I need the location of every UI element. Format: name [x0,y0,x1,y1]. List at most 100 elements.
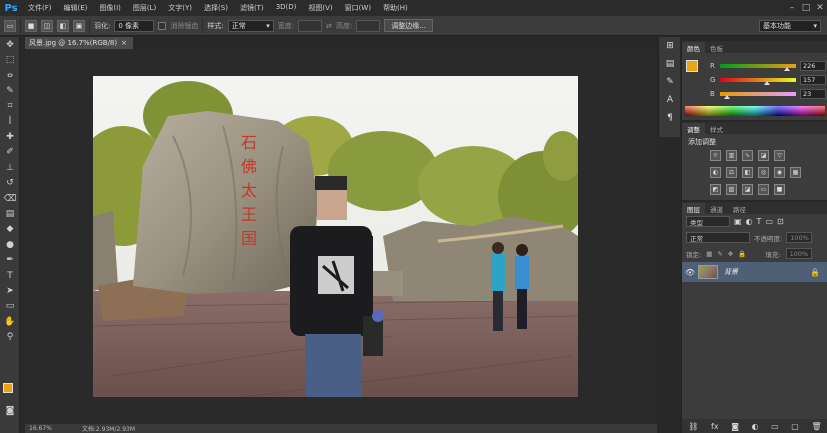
brush-icon[interactable]: ✎ [659,73,681,91]
style-select[interactable]: 正常 ▾ [227,19,274,32]
hand-tool-icon[interactable]: ✋ [0,314,20,329]
lock-paint-icon[interactable]: ✎ [717,250,722,258]
filter-smart-icon[interactable]: ⊡ [777,217,784,226]
eraser-tool-icon[interactable]: ⌫ [0,191,20,206]
threshold-icon[interactable]: ◪ [742,184,753,195]
maximize-icon[interactable]: □ [799,2,813,14]
trash-icon[interactable]: 🗑 [811,422,821,431]
eyedropper-icon[interactable]: ꟾ [0,114,20,129]
clone-stamp-icon[interactable]: ⊥ [0,160,20,175]
vibrance-icon[interactable]: ▽ [774,150,785,161]
tab-adjustments[interactable]: 调整 [682,123,705,134]
levels-icon[interactable]: ▥ [726,150,737,161]
green-track[interactable] [720,78,796,85]
menu-item[interactable]: 滤镜(T) [234,3,270,13]
minimize-icon[interactable]: – [785,2,799,14]
green-slider[interactable]: G 157 [710,74,826,86]
adjustment-layer-icon[interactable]: ◐ [752,422,759,431]
eye-icon[interactable]: 👁 [682,268,698,277]
character-icon[interactable]: A [659,91,681,109]
marquee-tool-icon[interactable]: ⬚ [0,52,20,67]
posterize-icon[interactable]: ▨ [726,184,737,195]
tab-layers[interactable]: 图层 [682,203,705,214]
quick-mask-icon[interactable]: ◙ [0,403,20,418]
close-icon[interactable]: × [121,39,127,47]
tab-paths[interactable]: 路径 [728,203,751,214]
black-white-icon[interactable]: ◧ [742,167,753,178]
layer-kind-select[interactable]: 类型 [686,216,730,227]
menu-item[interactable]: 文件(F) [22,3,58,13]
intersect-selection-icon[interactable]: ▣ [73,19,85,32]
layer-row-background[interactable]: 👁 背景 🔒 [682,262,827,282]
shape-tool-icon[interactable]: ▭ [0,299,20,314]
blue-thumb[interactable] [723,95,730,99]
layer-name[interactable]: 背景 [724,267,738,277]
tab-color[interactable]: 颜色 [682,42,705,53]
refine-edge-button[interactable]: 调整边缘... [384,19,433,32]
document-tab[interactable]: 风景.jpg @ 16.7%(RGB/8) × [25,37,133,49]
red-slider[interactable]: R 226 [710,60,826,72]
width-input[interactable] [298,19,323,32]
subtract-selection-icon[interactable]: ◧ [57,19,69,32]
fx-icon[interactable]: fx [711,422,719,431]
height-input[interactable] [356,19,381,32]
pen-tool-icon[interactable]: ✒ [0,252,20,267]
tab-styles[interactable]: 样式 [705,123,728,134]
new-layer-icon[interactable]: ▢ [791,422,799,431]
mask-icon[interactable]: ◙ [731,422,739,431]
brush-tool-icon[interactable]: ✐ [0,145,20,160]
menu-item[interactable]: 图像(I) [93,3,127,13]
color-spectrum[interactable] [685,106,825,116]
lasso-tool-icon[interactable]: ⴰ [0,68,20,83]
type-tool-icon[interactable]: T [0,268,20,283]
color-lookup-icon[interactable]: ▦ [790,167,801,178]
quick-select-icon[interactable]: ✎ [0,83,20,98]
history-icon[interactable]: ⊞ [659,37,681,55]
menu-item[interactable]: 视图(V) [302,3,338,13]
tab-channels[interactable]: 通道 [705,203,728,214]
selective-color-icon[interactable]: ■ [774,184,785,195]
marquee-tool-icon[interactable]: ▭ [4,19,16,32]
lock-all-icon[interactable]: 🔒 [738,250,746,258]
path-select-icon[interactable]: ➤ [0,283,20,298]
foreground-color-swatch[interactable] [686,60,698,72]
gradient-tool-icon[interactable]: ▤ [0,206,20,221]
fill-input[interactable]: 100% [785,248,812,259]
zoom-tool-icon[interactable]: ⚲ [0,329,20,344]
blur-tool-icon[interactable]: ◆ [0,222,20,237]
lock-move-icon[interactable]: ✥ [728,250,733,258]
link-icon[interactable]: ⛓ [688,422,698,431]
toolbar-foreground-swatch[interactable] [3,383,13,393]
red-track[interactable] [720,64,796,71]
new-selection-icon[interactable]: ■ [25,19,37,32]
group-icon[interactable]: ▭ [771,422,779,431]
properties-icon[interactable]: ▤ [659,55,681,73]
menu-item[interactable]: 3D(D) [270,3,303,13]
gradient-map-icon[interactable]: ▭ [758,184,769,195]
menu-item[interactable]: 选择(S) [198,3,234,13]
curves-icon[interactable]: ∿ [742,150,753,161]
opacity-input[interactable]: 100% [786,232,813,243]
feather-input[interactable]: 0 像素 [114,19,155,32]
red-value[interactable]: 226 [800,61,826,71]
filter-pixel-icon[interactable]: ▣ [734,217,742,226]
blue-slider[interactable]: B 23 [710,88,826,100]
exposure-icon[interactable]: ◪ [758,150,769,161]
dodge-tool-icon[interactable]: ● [0,237,20,252]
channel-mixer-icon[interactable]: ◉ [774,167,785,178]
filter-type-icon[interactable]: T [757,217,762,226]
zoom-level[interactable]: 16.67% [29,425,52,432]
red-thumb[interactable] [784,67,791,71]
blend-mode-select[interactable]: 正常 [686,232,750,243]
blue-value[interactable]: 23 [800,89,826,99]
tab-swatches[interactable]: 色板 [705,42,728,53]
lock-pixels-icon[interactable]: ▦ [706,250,712,258]
menu-item[interactable]: 窗口(W) [339,3,377,13]
photo-canvas[interactable]: 石 佛 太 王 国 [93,76,578,397]
green-value[interactable]: 157 [800,75,826,85]
workspace-select[interactable]: 基本功能 ▾ [759,19,821,32]
filter-shape-icon[interactable]: ▭ [765,217,773,226]
blue-track[interactable] [720,92,796,99]
invert-icon[interactable]: ◩ [710,184,721,195]
healing-brush-icon[interactable]: ✚ [0,129,20,144]
